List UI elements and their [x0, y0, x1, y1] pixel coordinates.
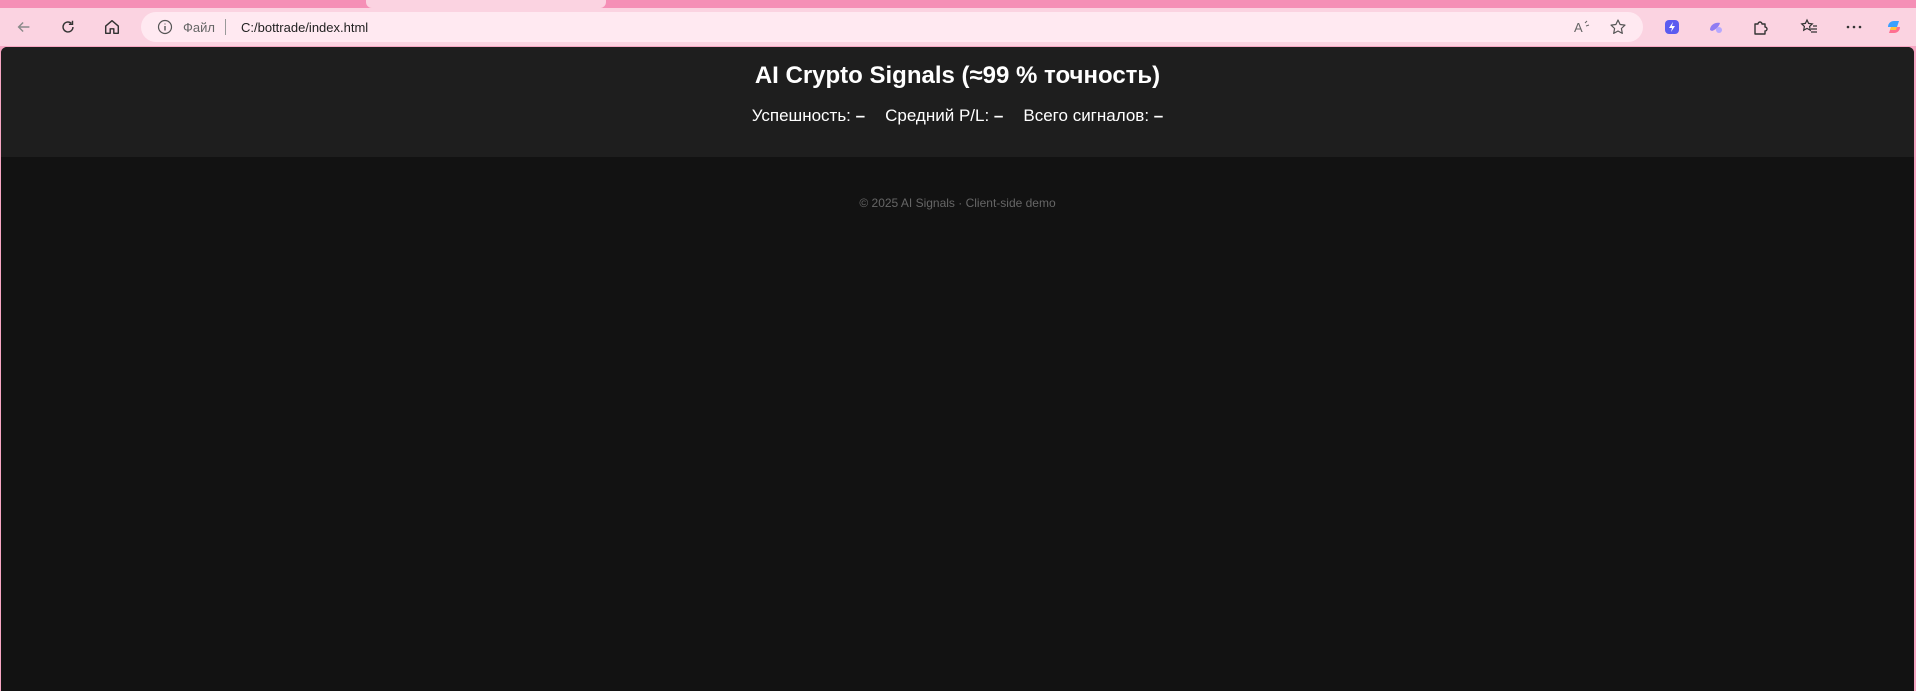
browser-toolbar: Файл C:/bottrade/index.html A — [0, 8, 1916, 46]
reload-button[interactable] — [54, 13, 82, 41]
stat-value: – — [993, 106, 1004, 125]
extension-copilot-button[interactable] — [1658, 13, 1686, 41]
extension-blue-icon — [1665, 20, 1679, 34]
address-scheme: Файл — [183, 20, 215, 35]
svg-text:A: A — [1574, 20, 1583, 35]
address-divider — [225, 19, 226, 35]
active-tab[interactable] — [366, 0, 606, 8]
favorites-list-icon — [1800, 18, 1817, 33]
read-aloud-icon[interactable]: A — [1573, 18, 1591, 36]
more-dots-icon — [1846, 25, 1862, 29]
address-bar[interactable]: Файл C:/bottrade/index.html A — [141, 12, 1643, 42]
puzzle-icon — [1754, 21, 1768, 35]
info-icon[interactable] — [157, 19, 173, 35]
page-title: AI Crypto Signals (≈99 % точность) — [754, 62, 1161, 89]
page-header: AI Crypto Signals (≈99 % точность) Успеш… — [1, 47, 1914, 157]
favorite-star-icon[interactable] — [1609, 18, 1627, 36]
copilot-button[interactable] — [1880, 13, 1908, 41]
more-button[interactable] — [1840, 13, 1868, 41]
favorites-button[interactable] — [1795, 13, 1823, 41]
copilot-icon — [1888, 21, 1900, 33]
stat-value: – — [855, 106, 866, 125]
arrow-left-icon — [17, 21, 30, 33]
extensions-button[interactable] — [1746, 13, 1774, 41]
back-button[interactable] — [10, 13, 38, 41]
stat-label: Средний P/L: — [885, 106, 990, 125]
address-url[interactable]: C:/bottrade/index.html — [241, 20, 368, 35]
page-viewport: AI Crypto Signals (≈99 % точность) Успеш… — [1, 47, 1914, 691]
stat-label: Успешность: — [751, 106, 851, 125]
stat-label: Всего сигналов: — [1023, 106, 1150, 125]
extension-purple-button[interactable] — [1702, 13, 1730, 41]
stat-total-signals: Всего сигналов: – — [1023, 106, 1163, 126]
stat-value: – — [1153, 106, 1164, 125]
stats-bar: Успешность: – Средний P/L: – Всего сигна… — [1, 106, 1914, 126]
reload-icon — [62, 20, 74, 33]
home-button[interactable] — [98, 13, 126, 41]
stat-success-rate: Успешность: – — [752, 106, 865, 126]
tab-strip — [0, 0, 1916, 8]
stat-avg-pl: Средний P/L: – — [885, 106, 1003, 126]
home-icon — [104, 19, 120, 35]
extension-purple-icon — [1710, 22, 1722, 33]
page-footer: © 2025 AI Signals · Client-side demo — [859, 196, 1056, 210]
